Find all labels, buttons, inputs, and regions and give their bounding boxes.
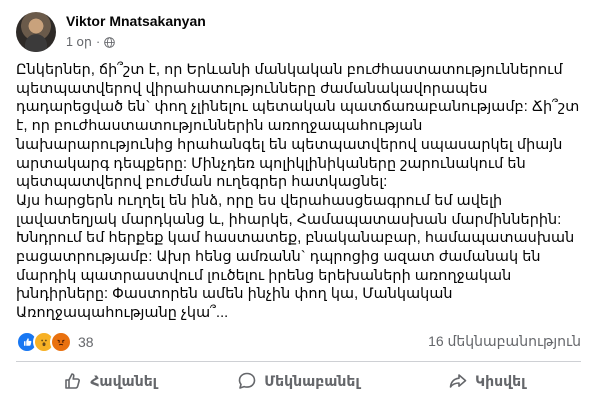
comment-label: Մեկնաբանել xyxy=(264,372,360,389)
post-subline: 1 օր · xyxy=(66,34,206,50)
post-meta: Viktor Mnatsakanyan 1 օր · xyxy=(66,12,206,50)
thumbs-up-icon xyxy=(65,373,81,389)
separator-dot: · xyxy=(95,35,101,49)
like-button[interactable]: Հավանել xyxy=(16,363,204,399)
angry-reaction-icon xyxy=(50,331,72,353)
share-button[interactable]: Կիսվել xyxy=(393,363,581,399)
like-label: Հավանել xyxy=(90,372,158,389)
post-header: Viktor Mnatsakanyan 1 օր · xyxy=(16,10,206,54)
post-actions: Հավանել Մեկնաբանել Կիսվել xyxy=(16,363,581,399)
comment-count[interactable]: 16 մեկնաբանություն xyxy=(428,333,581,350)
post-paragraph: Ընկերներ, ճի՞շտ է, որ Երևանի մանկական բո… xyxy=(16,62,580,191)
author-avatar[interactable] xyxy=(16,12,56,52)
author-name[interactable]: Viktor Mnatsakanyan xyxy=(66,12,206,30)
reaction-count: 38 xyxy=(78,334,94,350)
globe-icon[interactable] xyxy=(104,36,115,48)
share-icon xyxy=(449,374,467,388)
post-time[interactable]: 1 օր xyxy=(66,34,92,50)
divider xyxy=(16,361,581,362)
comment-button[interactable]: Մեկնաբանել xyxy=(204,363,392,399)
reaction-summary[interactable]: 38 xyxy=(16,331,94,353)
post-text: Ընկերներ, ճի՞շտ է, որ Երևանի մանկական բո… xyxy=(16,61,582,323)
comment-icon xyxy=(238,372,256,389)
post-paragraph: Այս հարցերն ուղղել են ինձ, որը ես վերահա… xyxy=(16,192,575,322)
share-label: Կիսվել xyxy=(475,372,526,389)
